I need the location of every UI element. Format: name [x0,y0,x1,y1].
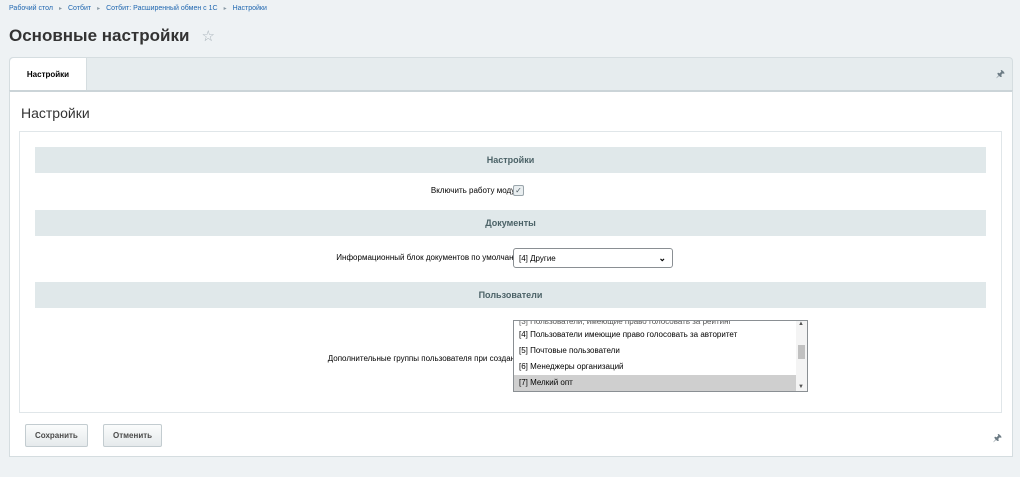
extra-groups-listbox[interactable]: [3] Пользователи, имеющие право голосова… [513,320,808,392]
list-item[interactable]: [5] Почтовые пользователи [514,343,796,359]
doc-iblock-select[interactable]: [4] Другие ⌄ [513,248,673,268]
tab-bar: Настройки 🖈 [9,57,1013,91]
scroll-up-icon[interactable]: ▲ [798,321,804,327]
chevron-down-icon: ⌄ [658,253,666,263]
breadcrumb-sotbit-exchange[interactable]: Сотбит: Расширенный обмен с 1С [106,5,217,12]
group-header-users: Пользователи [35,282,986,308]
pin-icon[interactable]: 🖈 [993,431,1002,448]
tab-content: Настройки Настройки Включить работу моду… [9,90,1013,457]
group-header-settings: Настройки [35,147,986,173]
cancel-button[interactable]: Отменить [103,424,163,447]
section-title: Настройки [21,105,90,121]
pin-icon[interactable]: 🖈 [996,67,1005,84]
list-item[interactable]: [6] Менеджеры организаций [514,359,796,375]
breadcrumb: Рабочий стол ▸ Сотбит ▸ Сотбит: Расширен… [9,5,267,12]
breadcrumb-separator-icon: ▸ [97,6,101,12]
page-title-row: Основные настройки ☆ [9,26,215,46]
enable-module-label: Включить работу модуля [430,186,524,195]
scrollbar-thumb[interactable] [798,345,805,359]
save-button[interactable]: Сохранить [25,424,88,447]
listbox-scrollbar[interactable]: ▲ ▼ [796,321,807,391]
extra-groups-label: Дополнительные группы пользователя при с… [327,354,524,363]
scroll-down-icon[interactable]: ▼ [798,384,804,390]
breadcrumb-settings[interactable]: Настройки [233,5,267,12]
favorite-star-icon[interactable]: ☆ [201,27,214,45]
breadcrumb-separator-icon: ▸ [223,6,227,12]
list-item[interactable]: [4] Пользователи имеющие право голосоват… [514,327,796,343]
enable-module-checkbox[interactable]: ✓ [513,185,524,196]
tab-settings[interactable]: Настройки [10,58,87,91]
breadcrumb-desktop[interactable]: Рабочий стол [9,5,53,12]
list-item-selected[interactable]: [7] Мелкий опт [514,375,796,391]
doc-iblock-value: [4] Другие [519,253,556,263]
doc-iblock-label: Информационный блок документов по умолча… [336,253,524,262]
page-title: Основные настройки [9,26,190,45]
breadcrumb-separator-icon: ▸ [58,6,62,12]
settings-form: Настройки Включить работу модуля ✓ Докум… [19,131,1002,413]
group-header-documents: Документы [35,210,986,236]
breadcrumb-sotbit[interactable]: Сотбит [68,5,91,12]
